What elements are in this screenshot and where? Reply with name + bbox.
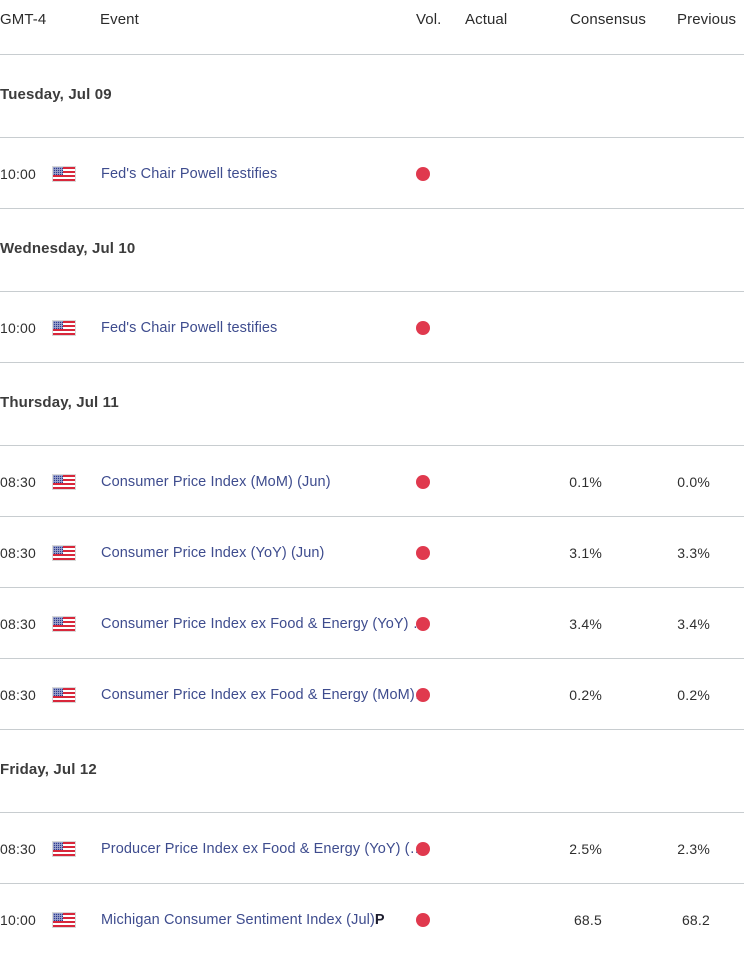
consensus-value bbox=[520, 138, 602, 209]
calendar-body: Tuesday, Jul 09 10:00 Fed's Chair Powell t… bbox=[0, 55, 744, 955]
previous-value bbox=[628, 292, 710, 363]
event-name-cell: Fed's Chair Powell testifies bbox=[101, 292, 431, 363]
consensus-value: 68.5 bbox=[573, 911, 602, 928]
day-header-label: Wednesday, Jul 10 bbox=[0, 240, 136, 257]
day-header-label: Friday, Jul 12 bbox=[0, 761, 97, 778]
consensus-value bbox=[520, 292, 602, 363]
event-link-text: Consumer Price Index (YoY) (Jun) bbox=[101, 544, 325, 561]
previous-value: 3.3% bbox=[677, 544, 710, 561]
consensus-value: 3.4% bbox=[569, 615, 602, 632]
table-row[interactable]: 10:00 Michigan Consumer Sentiment Index (… bbox=[0, 884, 744, 955]
table-row[interactable]: 08:30 Producer Price Index ex Food & Ener… bbox=[0, 813, 744, 884]
event-link-text: Consumer Price Index ex Food & Energy (Y… bbox=[101, 615, 431, 632]
volatility-dot-icon bbox=[416, 166, 430, 181]
event-link[interactable]: Consumer Price Index ex Food & Energy (M… bbox=[101, 687, 431, 703]
column-header-event: Event bbox=[100, 11, 139, 28]
us-flag-icon bbox=[52, 884, 76, 955]
event-link-text: Michigan Consumer Sentiment Index (Jul) bbox=[101, 911, 375, 928]
event-time: 08:30 bbox=[0, 615, 37, 632]
volatility-cell bbox=[416, 884, 436, 955]
table-row[interactable]: 08:30 Consumer Price Index ex Food & Ener… bbox=[0, 588, 744, 659]
event-name-cell: Producer Price Index ex Food & Energy (Y… bbox=[101, 813, 431, 884]
volatility-dot-icon bbox=[416, 545, 430, 560]
event-time: 08:30 bbox=[0, 840, 37, 857]
event-link-text: Consumer Price Index ex Food & Energy (M… bbox=[101, 686, 431, 703]
previous-value: 0.0% bbox=[677, 473, 710, 490]
volatility-dot-icon bbox=[416, 616, 430, 631]
volatility-cell bbox=[416, 659, 436, 730]
event-time: 08:30 bbox=[0, 473, 37, 490]
volatility-cell bbox=[416, 813, 436, 884]
day-header-label: Thursday, Jul 11 bbox=[0, 394, 119, 411]
event-name-cell: Michigan Consumer Sentiment Index (Jul)P bbox=[101, 884, 431, 955]
volatility-cell bbox=[416, 292, 436, 363]
event-link[interactable]: Consumer Price Index (YoY) (Jun) bbox=[101, 545, 324, 561]
day-header: Friday, Jul 12 bbox=[0, 730, 744, 813]
column-header-previous: Previous bbox=[677, 11, 737, 28]
volatility-cell bbox=[416, 517, 436, 588]
event-preliminary-marker: P bbox=[374, 911, 385, 928]
consensus-value: 2.5% bbox=[569, 840, 602, 857]
us-flag-icon bbox=[52, 446, 76, 517]
volatility-cell bbox=[416, 588, 436, 659]
event-link-text: Consumer Price Index (MoM) (Jun) bbox=[101, 473, 331, 490]
table-row[interactable]: 08:30 Consumer Price Index (YoY) (Jun) 3.1… bbox=[0, 517, 744, 588]
consensus-value: 0.2% bbox=[569, 686, 602, 703]
table-row[interactable]: 08:30 Consumer Price Index ex Food & Ener… bbox=[0, 659, 744, 730]
event-link[interactable]: Producer Price Index ex Food & Energy (Y… bbox=[101, 841, 431, 857]
economic-calendar: GMT-4 Event Vol. Actual Consensus Previo… bbox=[0, 0, 744, 955]
previous-value: 2.3% bbox=[677, 840, 710, 857]
table-row[interactable]: 08:30 Consumer Price Index (MoM) (Jun) 0.1… bbox=[0, 446, 744, 517]
previous-value: 0.2% bbox=[677, 686, 710, 703]
table-row[interactable]: 10:00 Fed's Chair Powell testifies bbox=[0, 292, 744, 363]
volatility-cell bbox=[416, 138, 436, 209]
event-name-cell: Consumer Price Index (YoY) (Jun) bbox=[101, 517, 431, 588]
event-time: 08:30 bbox=[0, 686, 37, 703]
event-name-cell: Consumer Price Index ex Food & Energy (M… bbox=[101, 659, 431, 730]
consensus-value: 0.1% bbox=[569, 473, 602, 490]
event-link-text: Fed's Chair Powell testifies bbox=[101, 165, 278, 182]
column-header-timezone: GMT-4 bbox=[0, 11, 47, 28]
us-flag-icon bbox=[52, 588, 76, 659]
event-link[interactable]: Fed's Chair Powell testifies bbox=[101, 166, 277, 182]
event-link[interactable]: Consumer Price Index ex Food & Energy (Y… bbox=[101, 616, 431, 632]
day-header: Thursday, Jul 11 bbox=[0, 363, 744, 446]
volatility-dot-icon bbox=[416, 912, 430, 927]
event-link[interactable]: Consumer Price Index (MoM) (Jun) bbox=[101, 474, 331, 490]
event-link[interactable]: Fed's Chair Powell testifies bbox=[101, 320, 277, 336]
volatility-cell bbox=[416, 446, 436, 517]
previous-value: 68.2 bbox=[681, 911, 710, 928]
volatility-dot-icon bbox=[416, 687, 430, 702]
event-link-text: Fed's Chair Powell testifies bbox=[101, 319, 278, 336]
event-time: 10:00 bbox=[0, 911, 37, 928]
us-flag-icon bbox=[52, 138, 76, 209]
column-header-consensus: Consensus bbox=[570, 11, 646, 28]
us-flag-icon bbox=[52, 517, 76, 588]
event-time: 10:00 bbox=[0, 165, 37, 182]
event-name-cell: Fed's Chair Powell testifies bbox=[101, 138, 431, 209]
event-name-cell: Consumer Price Index (MoM) (Jun) bbox=[101, 446, 431, 517]
us-flag-icon bbox=[52, 659, 76, 730]
column-header-volatility: Vol. bbox=[416, 11, 442, 28]
day-header: Tuesday, Jul 09 bbox=[0, 55, 744, 138]
calendar-column-header: GMT-4 Event Vol. Actual Consensus Previo… bbox=[0, 0, 744, 55]
volatility-dot-icon bbox=[416, 474, 430, 489]
previous-value: 3.4% bbox=[677, 615, 710, 632]
column-header-actual: Actual bbox=[465, 11, 508, 28]
event-name-cell: Consumer Price Index ex Food & Energy (Y… bbox=[101, 588, 431, 659]
day-header: Wednesday, Jul 10 bbox=[0, 209, 744, 292]
previous-value bbox=[628, 138, 710, 209]
event-link-text: Producer Price Index ex Food & Energy (Y… bbox=[101, 840, 431, 857]
event-link[interactable]: Michigan Consumer Sentiment Index (Jul)P bbox=[101, 912, 385, 928]
consensus-value: 3.1% bbox=[569, 544, 602, 561]
volatility-dot-icon bbox=[416, 320, 430, 335]
volatility-dot-icon bbox=[416, 841, 430, 856]
event-time: 08:30 bbox=[0, 544, 37, 561]
table-row[interactable]: 10:00 Fed's Chair Powell testifies bbox=[0, 138, 744, 209]
event-time: 10:00 bbox=[0, 319, 37, 336]
day-header-label: Tuesday, Jul 09 bbox=[0, 86, 112, 103]
us-flag-icon bbox=[52, 813, 76, 884]
us-flag-icon bbox=[52, 292, 76, 363]
